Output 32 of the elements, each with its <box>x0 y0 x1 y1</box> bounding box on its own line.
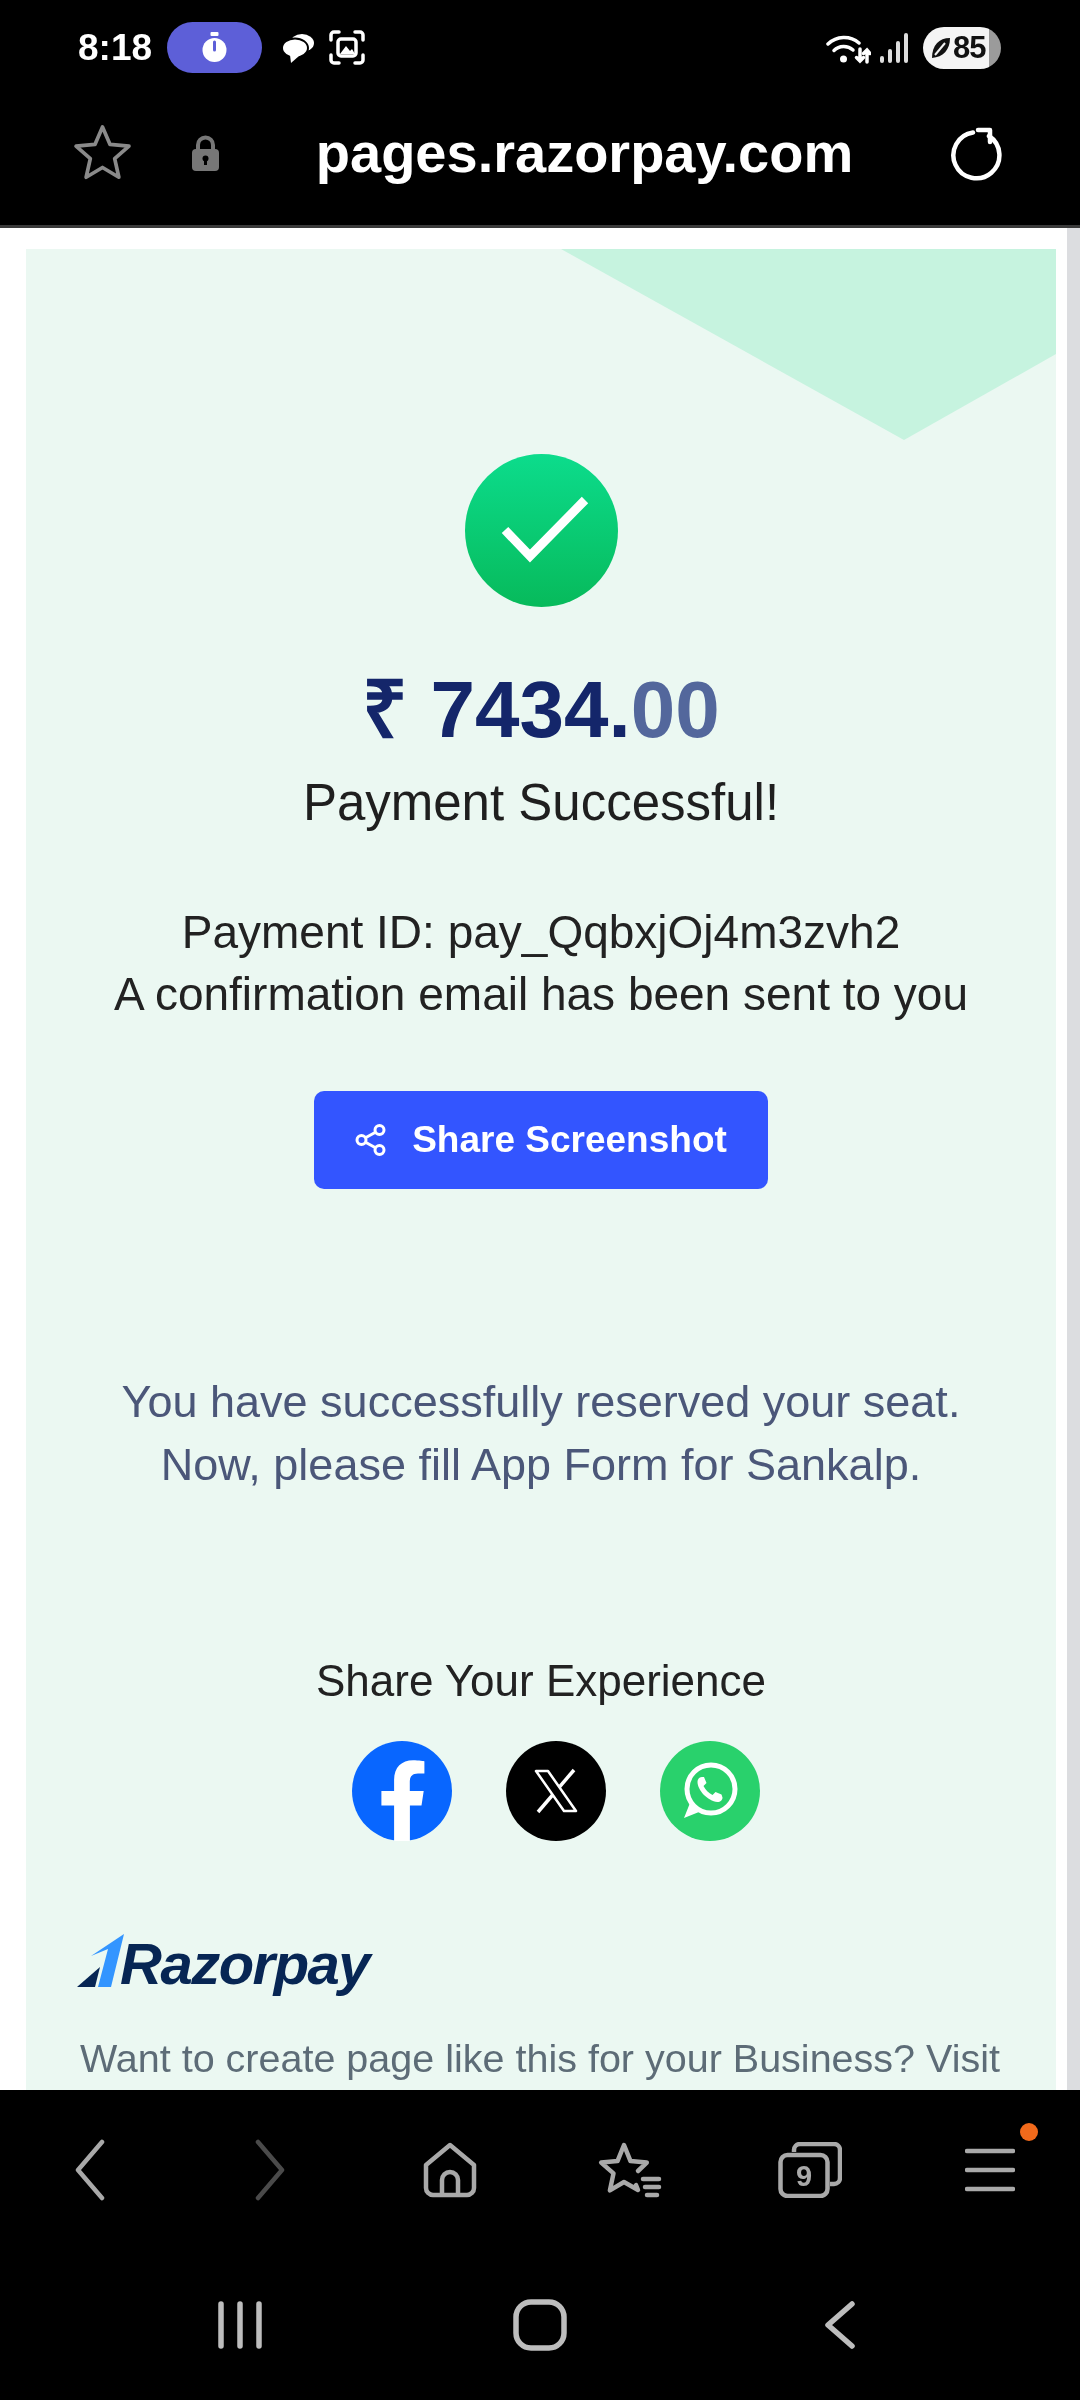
recent-apps-icon[interactable] <box>217 2301 263 2349</box>
signal-icon <box>880 32 908 63</box>
share-heading: Share Your Experience <box>315 1655 767 1707</box>
battery-percent: 85 <box>953 29 986 66</box>
tabs-button[interactable]: 9 <box>778 2142 842 2198</box>
payment-status-text: Payment Successful! <box>302 773 780 833</box>
confirmation-text: A confirmation email has been sent to you <box>113 967 969 1022</box>
facebook-icon[interactable] <box>352 1741 452 1841</box>
menu-icon[interactable] <box>965 2148 1015 2192</box>
chat-bubbles-icon <box>281 31 316 64</box>
stopwatch-icon <box>167 22 263 73</box>
x-logo-icon[interactable] <box>506 1741 606 1841</box>
home-button-icon[interactable] <box>513 2299 567 2351</box>
leaf-icon <box>931 36 951 59</box>
lock-icon <box>191 134 220 172</box>
payment-id-text: Payment ID: pay_QqbxjOj4m3zvh2 <box>181 905 901 960</box>
back-gesture-icon[interactable] <box>824 2301 856 2349</box>
address-field[interactable]: pages.razorpay.com <box>315 120 854 186</box>
bookmarks-star-icon[interactable] <box>598 2141 662 2199</box>
share-icon <box>355 1124 387 1156</box>
share-screenshot-button[interactable]: Share Screenshot <box>314 1091 768 1189</box>
screenshot-icon <box>329 30 366 65</box>
back-icon[interactable] <box>74 2139 106 2201</box>
amount-text: ₹ 7434.00 <box>362 664 720 756</box>
success-check-icon <box>464 454 618 607</box>
status-time: 8:18 <box>78 25 153 70</box>
footer-text: Want to create page like this for your Business? Visit <box>80 2036 1000 2080</box>
scrollbar[interactable] <box>1067 228 1080 2090</box>
home-icon[interactable] <box>422 2142 478 2198</box>
reload-icon[interactable] <box>949 125 1005 181</box>
star-icon[interactable] <box>72 124 133 182</box>
reservation-message: You have successfully reserved your seat. Now, please fill App Form for Sankalp. <box>121 1375 961 1492</box>
